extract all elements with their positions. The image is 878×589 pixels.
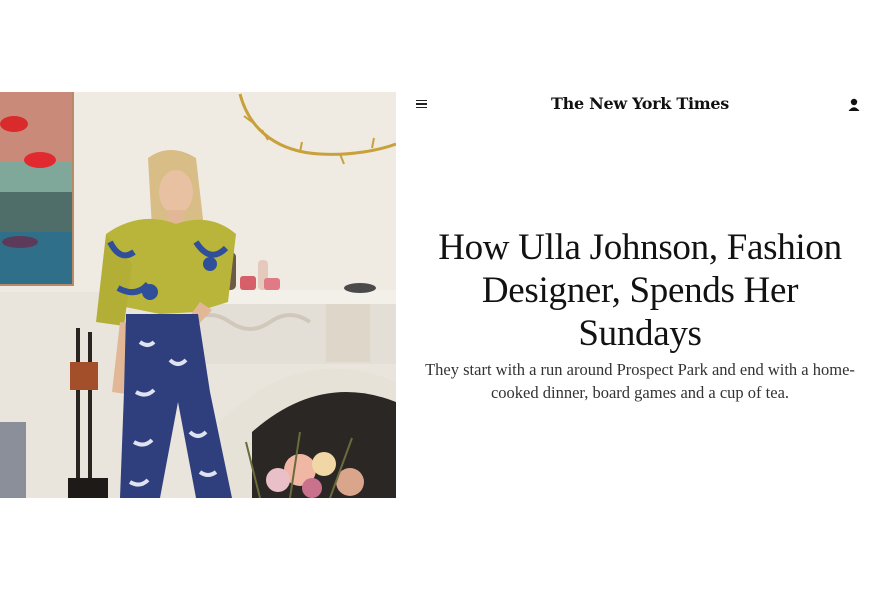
article-headline[interactable]: How Ulla Johnson, Fashion Designer, Spen… bbox=[430, 226, 850, 355]
painting-artwork bbox=[0, 92, 74, 286]
hamburger-menu-icon[interactable] bbox=[416, 97, 430, 111]
hero-photo-illustration bbox=[0, 92, 396, 498]
article-summary: They start with a run around Prospect Pa… bbox=[425, 360, 855, 402]
user-account-icon[interactable] bbox=[846, 97, 862, 113]
nyt-logo[interactable]: The New York Times bbox=[540, 93, 740, 115]
hero-photo bbox=[0, 92, 396, 498]
